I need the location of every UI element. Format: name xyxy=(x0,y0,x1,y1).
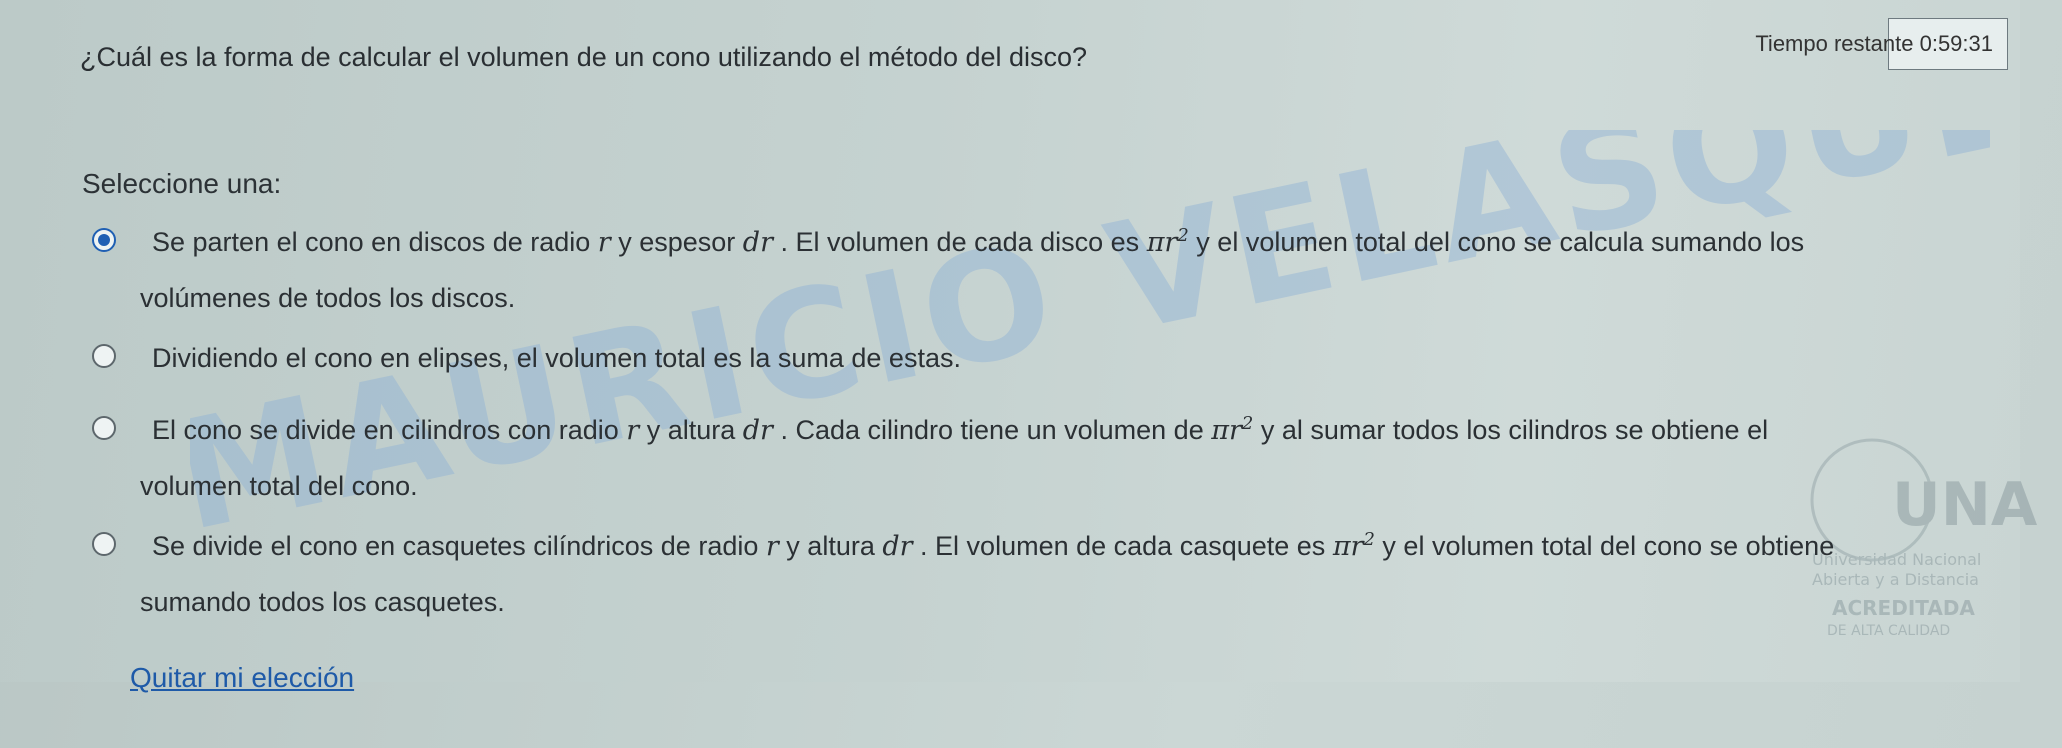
timer-box: Tiempo restante 0:59:31 xyxy=(1755,18,2008,70)
option-label: Se divide el cono en casquetes cilíndric… xyxy=(152,529,1835,563)
option-label: Dividiendo el cono en elipses, el volume… xyxy=(152,343,961,373)
option-label: Se parten el cono en discos de radio r y… xyxy=(152,225,1805,259)
clear-choice-link[interactable]: Quitar mi elección xyxy=(130,662,354,694)
radio-button[interactable] xyxy=(92,344,116,368)
math-exponent: 2 xyxy=(1241,413,1254,434)
option-label: El cono se divide en cilindros con radio… xyxy=(152,413,1769,447)
math-exponent: 2 xyxy=(1363,529,1375,550)
timer-label: Tiempo restante xyxy=(1755,31,1914,56)
math-variable: πr xyxy=(1332,531,1364,562)
math-variable: dr xyxy=(882,531,913,562)
math-exponent: 2 xyxy=(1177,225,1189,246)
math-variable: πr xyxy=(1146,227,1178,258)
math-variable: πr xyxy=(1211,415,1242,446)
math-variable: dr xyxy=(742,415,773,446)
math-variable: r xyxy=(626,415,640,446)
select-prompt: Seleccione una: xyxy=(82,168,282,199)
radio-button[interactable] xyxy=(92,532,116,556)
radio-button[interactable] xyxy=(92,228,116,252)
math-variable: r xyxy=(765,531,779,562)
math-variable: dr xyxy=(742,227,773,258)
timer-value: 0:59:31 xyxy=(1919,31,1993,56)
question-text: ¿Cuál es la forma de calcular el volumen… xyxy=(80,42,1088,72)
math-variable: r xyxy=(597,227,611,258)
radio-button[interactable] xyxy=(92,416,116,440)
option-label-continued: sumando todos los casquetes. xyxy=(140,587,505,617)
option-label-continued: volúmenes de todos los discos. xyxy=(140,283,516,313)
option-label-continued: volumen total del cono. xyxy=(140,471,418,501)
